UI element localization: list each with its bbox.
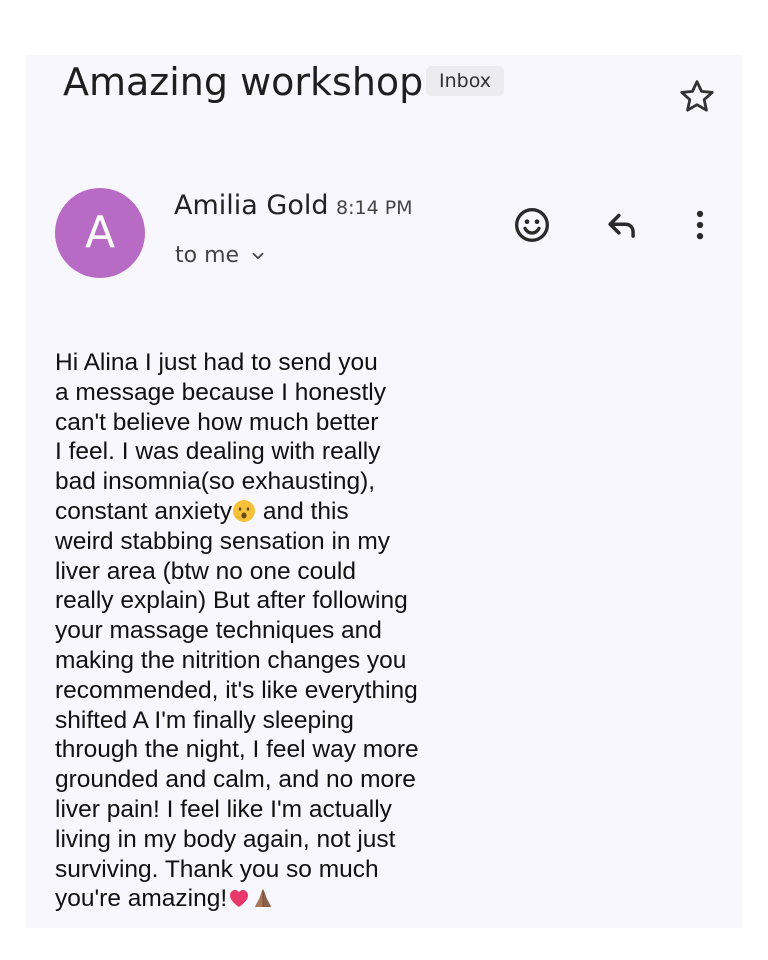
chevron-down-icon (252, 252, 264, 259)
body-line: Hi Alina I just had to send you (55, 349, 378, 376)
body-line: I feel. I was dealing with really (55, 438, 381, 466)
smiley-icon (515, 208, 549, 242)
email-subject: Amazing workshop (63, 60, 424, 104)
heart-icon (230, 890, 249, 908)
folded-hands-icon (255, 889, 272, 908)
sender-avatar[interactable]: A (55, 188, 145, 278)
body-line: surviving. Thank you so much (55, 855, 379, 883)
sender-name[interactable]: Amilia Gold (174, 190, 329, 221)
body-line: liver area (btw no one could (55, 557, 356, 585)
body-line-part: and this (256, 497, 349, 525)
body-line: weird stabbing sensation in my (55, 527, 391, 555)
email-time: 8:14 PM (336, 197, 413, 219)
body-line-part: constant anxiety (55, 497, 233, 525)
body-line: living in my body again, not just (55, 825, 396, 853)
body-line: really explain) But after following (55, 587, 408, 615)
body-line-with-emoji: you're amazing! (55, 884, 455, 914)
body-line: shifted A I'm finally sleeping (55, 706, 354, 734)
body-line: grounded and calm, and no more (55, 766, 416, 794)
reply-icon (608, 213, 635, 238)
body-line: can't believe how much better (55, 408, 379, 436)
body-line-part: you're amazing! (55, 885, 228, 913)
add-reaction-button[interactable] (508, 201, 556, 249)
inbox-label-chip[interactable]: Inbox (426, 66, 504, 96)
more-options-button[interactable] (676, 201, 724, 249)
body-line: recommended, it's like everything (55, 676, 418, 704)
body-line: making the nitrition changes you (55, 646, 407, 674)
body-line-with-emoji: constant anxiety and this (55, 497, 455, 527)
body-line: through the night, I feel way more (55, 736, 419, 764)
body-line: a message because I honestly (55, 378, 386, 406)
recipient-label: to me (175, 243, 240, 268)
reply-button[interactable] (598, 201, 646, 249)
body-line: bad insomnia(so exhausting), (55, 468, 376, 496)
email-body: Hi Alina I just had to send you a messag… (55, 348, 455, 914)
body-line: your massage techniques and (55, 617, 382, 645)
body-line: liver pain! I feel like I'm actually (55, 795, 392, 823)
face-with-open-mouth-icon (233, 499, 256, 522)
more-vertical-icon (696, 210, 704, 240)
star-icon[interactable] (676, 76, 718, 118)
recipient-toggle[interactable]: to me (175, 243, 267, 268)
